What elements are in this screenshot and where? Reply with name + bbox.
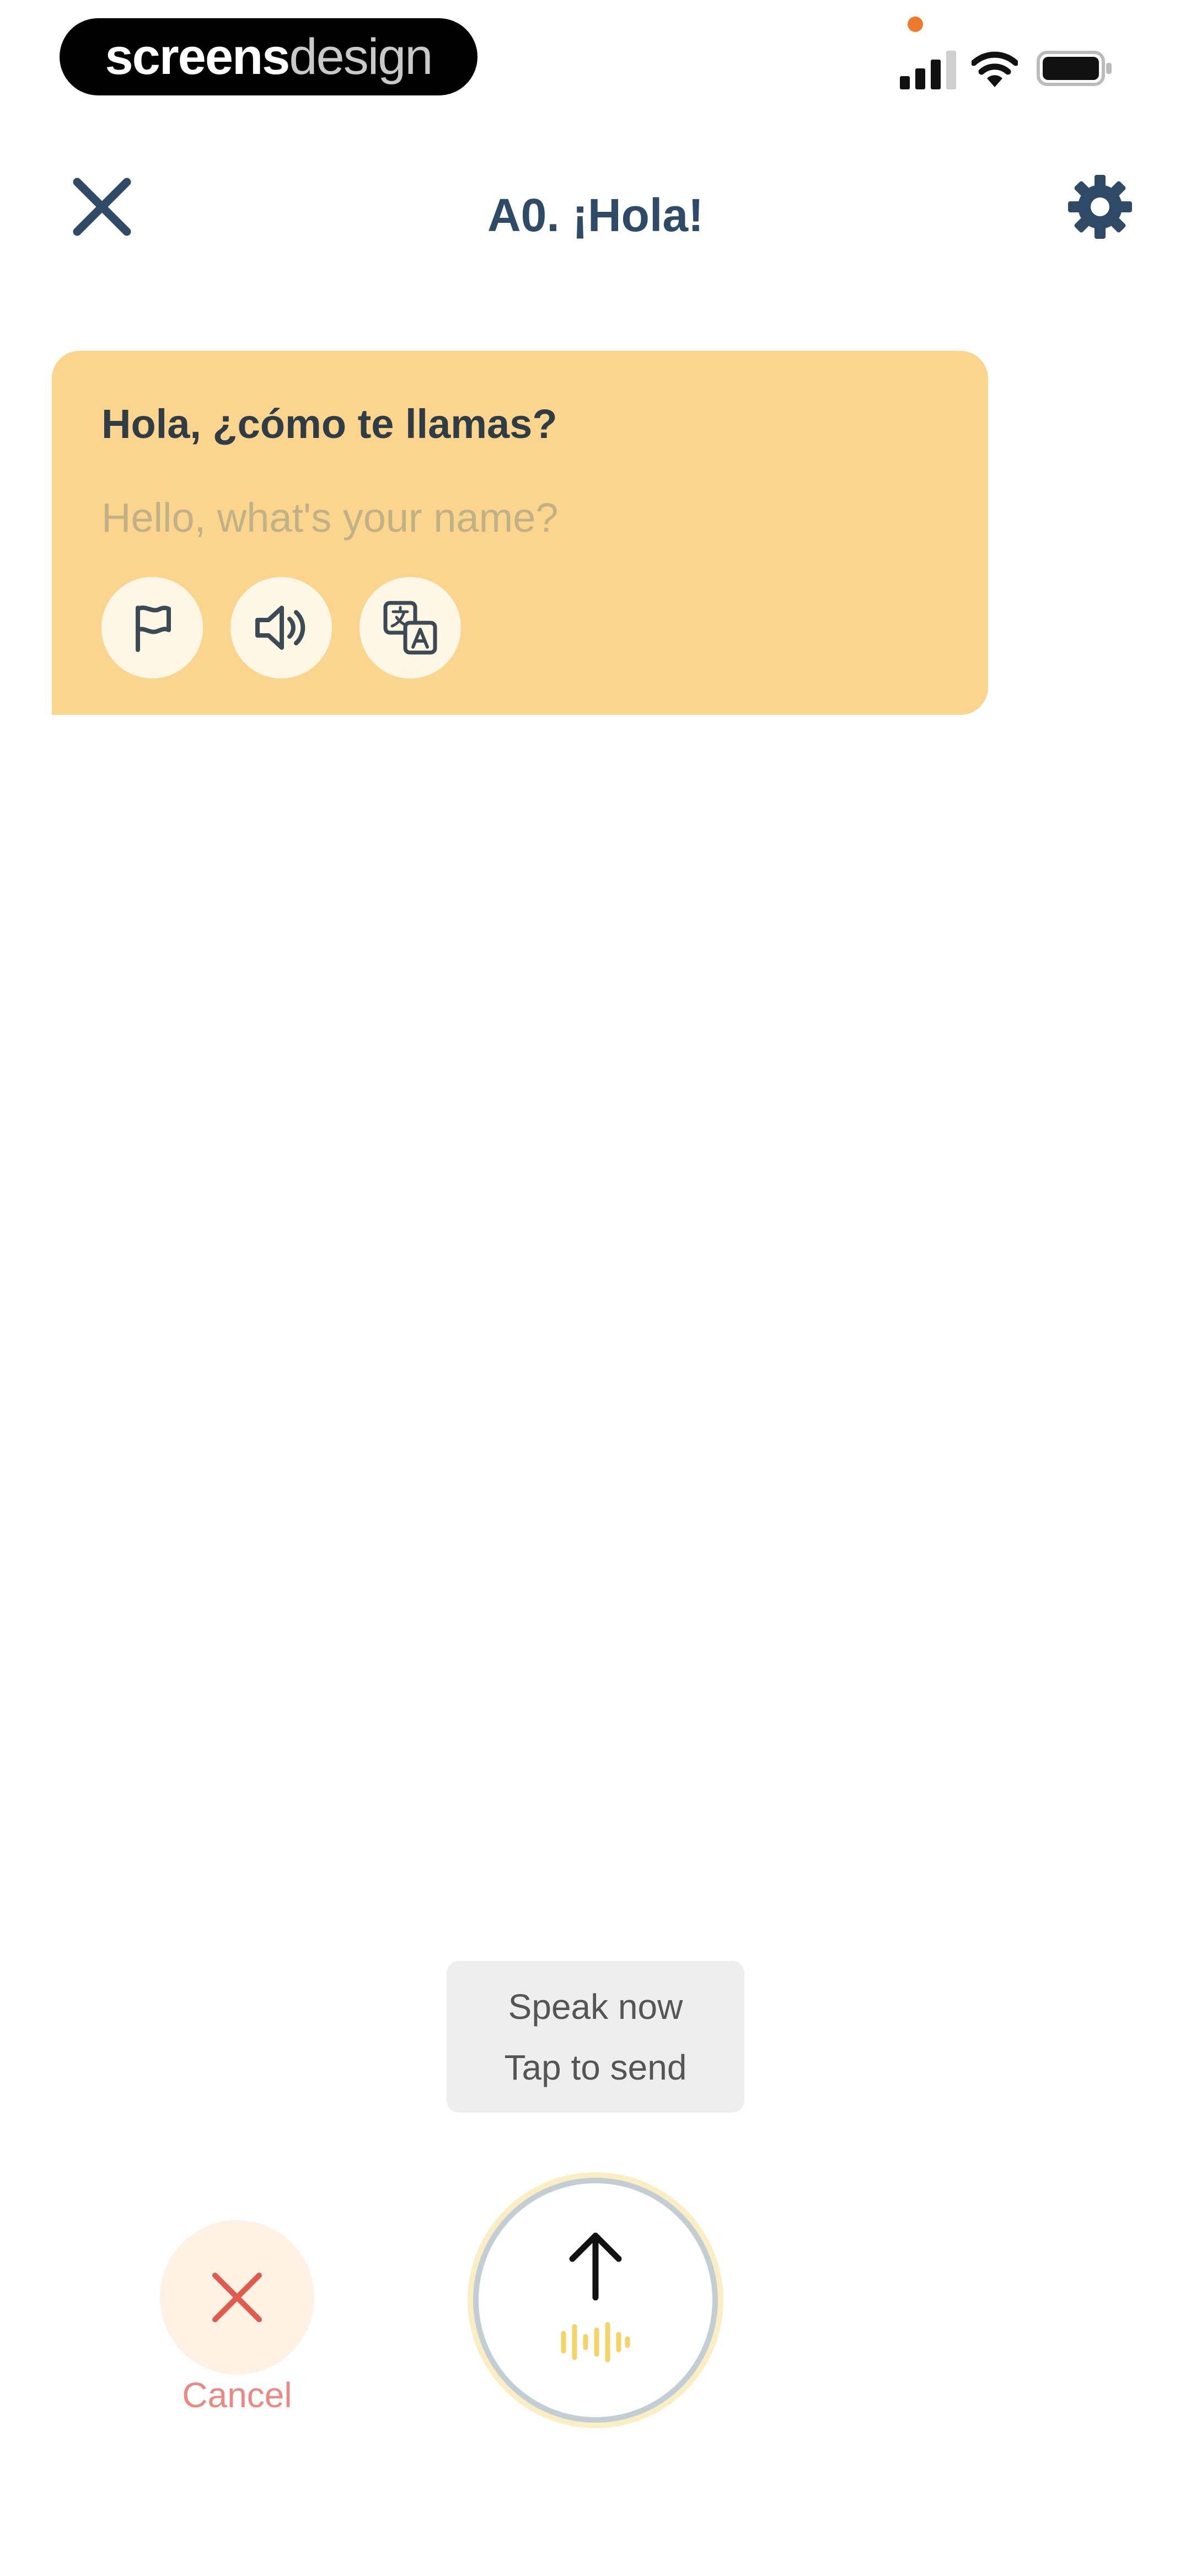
flag-icon: [136, 605, 171, 652]
cancel-button[interactable]: [160, 2220, 314, 2375]
cellular-signal-icon: [900, 51, 956, 89]
message-translation: Hello, what's your name?: [101, 495, 559, 541]
translate-button[interactable]: [360, 577, 461, 678]
sound-wave-icon: [561, 2322, 630, 2363]
close-button[interactable]: [61, 165, 143, 248]
settings-button[interactable]: [1059, 165, 1141, 248]
battery-icon: [1037, 51, 1112, 86]
page-title: A0. ¡Hola!: [487, 189, 704, 241]
speak-now-tooltip: Speak now Tap to send: [447, 1961, 744, 2113]
listen-button[interactable]: [230, 577, 332, 678]
message-actions: [101, 577, 461, 678]
cancel-label: Cancel: [182, 2375, 292, 2415]
watermark-bold-text: screens: [105, 28, 291, 85]
privacy-indicator-dot: [908, 17, 923, 32]
watermark-light-text: design: [289, 28, 433, 85]
close-icon: [212, 2273, 262, 2322]
translate-icon: [383, 601, 437, 655]
screen: screens design A0. ¡Hola! Hola, ¿cómo te…: [0, 0, 1191, 2576]
message-bubble: Hola, ¿cómo te llamas? Hello, what's you…: [52, 351, 988, 715]
speaker-icon: [255, 606, 305, 650]
message-text: Hola, ¿cómo te llamas?: [101, 401, 557, 447]
gear-icon: [1068, 175, 1132, 239]
screensdesign-watermark: screens design: [60, 18, 478, 95]
wifi-icon: [972, 51, 1018, 87]
tap-to-send-text: Tap to send: [504, 2047, 687, 2087]
close-icon: [73, 178, 131, 236]
speak-now-text: Speak now: [508, 1986, 683, 2027]
send-recording-button[interactable]: [473, 2178, 718, 2423]
flag-button[interactable]: [101, 577, 203, 678]
arrow-up-icon: [569, 2232, 622, 2301]
